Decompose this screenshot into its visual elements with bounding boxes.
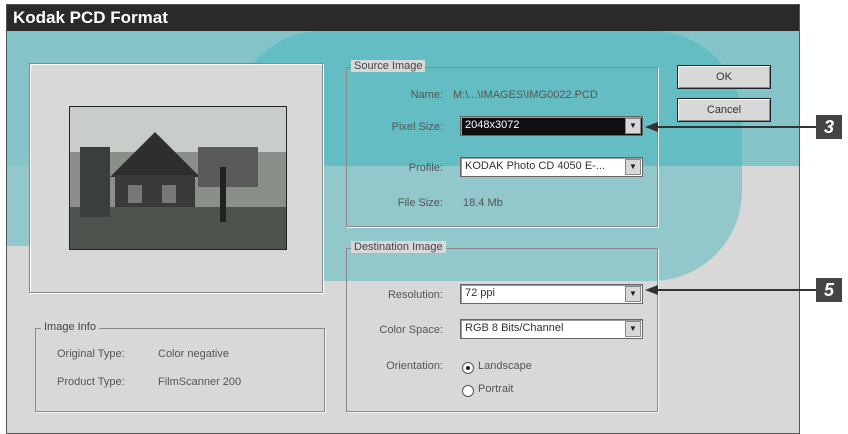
callout-number-3: 3 <box>816 115 842 139</box>
callout-arrows <box>645 122 818 295</box>
callout-number-5: 5 <box>816 278 842 302</box>
